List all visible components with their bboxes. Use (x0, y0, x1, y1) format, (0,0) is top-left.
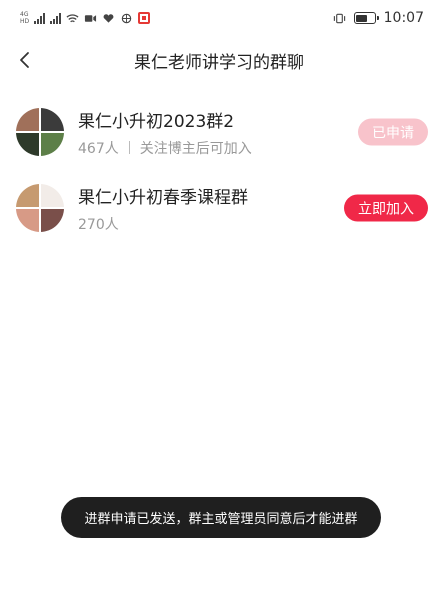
group-name: 果仁小升初2023群2 (78, 111, 235, 132)
signal-icon (34, 12, 46, 24)
signal-2-icon (50, 12, 62, 24)
member-avatar (16, 209, 39, 232)
status-bar: 4G HD 10:07 (0, 0, 438, 36)
header: 果仁老师讲学习的群聊 (0, 40, 438, 80)
status-bar-right: 10:07 (333, 10, 424, 26)
member-avatar (41, 133, 64, 156)
network-tag-4g: 4G (20, 10, 29, 18)
group-info: 果仁小升初2023群2 467人 关注博主后可加入 (78, 107, 252, 158)
member-avatar (41, 184, 64, 207)
group-meta: 270人 (78, 214, 248, 234)
status-bar-left: 4G HD (20, 10, 151, 25)
group-name: 果仁小升初春季课程群 (78, 187, 248, 208)
member-avatar (41, 108, 64, 131)
back-button[interactable] (8, 44, 40, 76)
group-info: 果仁小升初春季课程群 270人 (78, 183, 248, 234)
vibrate-icon (333, 13, 345, 23)
group-meta: 467人 关注博主后可加入 (78, 138, 252, 158)
join-now-button[interactable]: 立即加入 (344, 194, 428, 222)
network-tag-hd: HD (20, 17, 30, 25)
toast-message: 进群申请已发送，群主或管理员同意后才能进群 (61, 497, 381, 538)
network-tags: 4G HD (20, 10, 30, 25)
member-count: 467人 (78, 140, 119, 157)
member-avatar (16, 184, 39, 207)
group-avatar (16, 184, 64, 232)
heart-icon (103, 13, 114, 23)
page-title: 果仁老师讲学习的群聊 (134, 52, 304, 73)
member-avatar (16, 108, 39, 131)
group-list: 果仁小升初2023群2 467人 关注博主后可加入 已申请 果仁小升初春季课程群… (0, 94, 438, 246)
meta-divider (128, 141, 130, 154)
member-count: 270人 (78, 216, 119, 233)
applied-button[interactable]: 已申请 (358, 118, 428, 146)
member-avatar (16, 133, 39, 156)
member-avatar (41, 209, 64, 232)
group-item[interactable]: 果仁小升初2023群2 467人 关注博主后可加入 已申请 (0, 94, 438, 170)
join-condition: 关注博主后可加入 (139, 140, 252, 157)
group-item[interactable]: 果仁小升初春季课程群 270人 立即加入 (0, 170, 438, 246)
chevron-left-icon (20, 52, 29, 68)
wifi-icon (66, 13, 79, 22)
globe-icon (121, 13, 132, 23)
video-icon (85, 14, 97, 22)
notification-badge-icon (138, 12, 151, 24)
status-time: 10:07 (383, 10, 424, 26)
group-avatar (16, 108, 64, 156)
battery-icon (353, 12, 379, 24)
